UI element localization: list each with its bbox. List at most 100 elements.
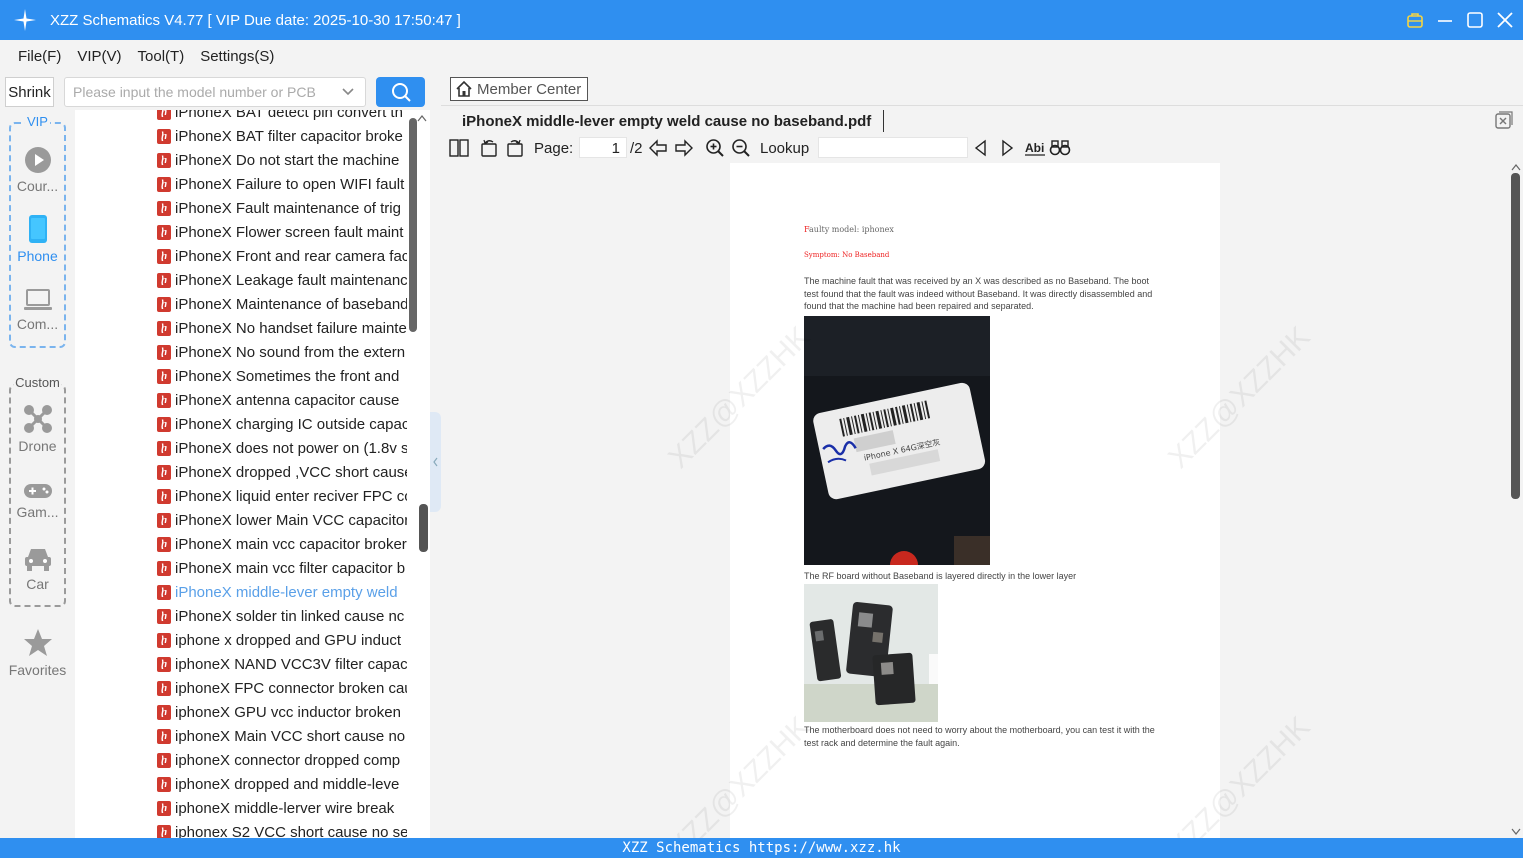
find-previous-icon[interactable] — [973, 137, 989, 159]
nav-item-computer[interactable]: Com... — [0, 288, 75, 332]
nav-item-label: Gam... — [16, 504, 59, 520]
zoom-in-icon[interactable] — [705, 137, 725, 159]
file-list-item-label: iphoneX NAND VCC3V filter capac — [175, 655, 407, 673]
lookup-input[interactable] — [818, 137, 968, 158]
pdf-viewer[interactable]: Faulty model: iphonex Symptom: No Baseba… — [441, 161, 1523, 838]
scroll-up-icon[interactable] — [1511, 163, 1521, 171]
file-list-item-label: iPhoneX lower Main VCC capacitor — [175, 511, 407, 529]
file-list-item[interactable]: ⴙ iPhoneX solder tin linked cause nc — [157, 604, 407, 628]
match-case-icon[interactable]: Abi — [1024, 137, 1046, 159]
phone-icon — [28, 215, 47, 243]
scrollbar-thumb[interactable] — [419, 504, 428, 552]
file-list-item[interactable]: ⴙ iPhoneX Front and rear camera fac — [157, 244, 407, 268]
nav-item-car[interactable]: Car — [0, 546, 75, 592]
file-list-item-label: iPhoneX BAT detect pin convert th — [175, 110, 403, 121]
pdf-file-icon: ⴙ — [157, 752, 171, 768]
phone-card-photo: iPhone X 64G深空灰 — [804, 316, 990, 565]
pdf-file-icon: ⴙ — [157, 464, 171, 480]
document-tab[interactable]: iPhoneX middle-lever empty weld cause no… — [453, 110, 885, 132]
menu-vip[interactable]: VIP(V) — [69, 48, 129, 65]
document-pane: Member Center iPhoneX middle-lever empty… — [441, 72, 1523, 838]
file-list-item[interactable]: ⴙ iphoneX NAND VCC3V filter capac — [157, 652, 407, 676]
member-center-button[interactable]: Member Center — [450, 77, 588, 101]
file-list-item[interactable]: ⴙ iPhoneX Maintenance of baseband — [157, 292, 407, 316]
pdf-file-icon: ⴙ — [157, 368, 171, 384]
find-all-icon[interactable] — [1049, 137, 1071, 159]
pane-splitter[interactable] — [430, 72, 441, 838]
search-input[interactable]: Please input the model number or PCB — [64, 77, 366, 107]
page-number-input[interactable]: 1 — [579, 137, 627, 158]
file-list-item-label: iphoneX connector dropped comp — [175, 751, 401, 769]
nav-item-drone[interactable]: Drone — [0, 404, 75, 454]
nav-item-game[interactable]: Gam... — [0, 482, 75, 520]
star-icon — [23, 629, 52, 656]
file-list-item[interactable]: ⴙ iphoneX dropped and middle-leve — [157, 772, 407, 796]
file-list-item[interactable]: ⴙ iphoneX GPU vcc inductor broken — [157, 700, 407, 724]
scrollbar-thumb[interactable] — [409, 118, 417, 332]
vip-bag-icon[interactable] — [1405, 10, 1425, 30]
file-list-item[interactable]: ⴙ iPhoneX Sometimes the front and — [157, 364, 407, 388]
find-next-icon[interactable] — [999, 137, 1015, 159]
motherboards-photo — [804, 584, 938, 722]
scroll-up-icon[interactable] — [417, 114, 427, 122]
file-list-item[interactable]: ⴙ iPhoneX Leakage fault maintenanc — [157, 268, 407, 292]
file-list-item[interactable]: ⴙ iPhoneX does not power on (1.8v s — [157, 436, 407, 460]
nav-item-label: Favorites — [8, 662, 67, 678]
file-list-item[interactable]: ⴙ iPhoneX antenna capacitor cause — [157, 388, 407, 412]
close-button[interactable] — [1495, 10, 1515, 30]
file-list-item[interactable]: ⴙ iPhoneX BAT detect pin convert th — [157, 110, 407, 124]
nav-item-favorites[interactable]: Favorites — [0, 628, 75, 678]
menu-file[interactable]: File(F) — [10, 48, 69, 65]
chevron-down-icon[interactable] — [341, 85, 355, 99]
two-page-view-icon[interactable] — [449, 137, 469, 159]
nav-item-phone[interactable]: Phone — [0, 214, 75, 264]
file-list-item[interactable]: ⴙ iPhoneX No sound from the extern — [157, 340, 407, 364]
zoom-out-icon[interactable] — [731, 137, 751, 159]
file-list-item[interactable]: ⴙ iphoneX Main VCC short cause no — [157, 724, 407, 748]
file-list-item[interactable]: ⴙ iPhoneX No handset failure mainte — [157, 316, 407, 340]
file-list-item-label: iPhoneX Do not start the machine — [175, 151, 400, 169]
scroll-down-icon[interactable] — [1511, 828, 1521, 836]
previous-page-icon[interactable] — [648, 137, 668, 159]
close-all-tabs-icon[interactable] — [1495, 111, 1513, 134]
file-list-item[interactable]: ⴙ iphoneX middle-lerver wire break — [157, 796, 407, 820]
scrollbar-thumb[interactable] — [1511, 173, 1520, 499]
file-list-item[interactable]: ⴙ iPhoneX charging IC outside capac — [157, 412, 407, 436]
file-list-item[interactable]: ⴙ iPhoneX Fault maintenance of trig — [157, 196, 407, 220]
file-list-item-label: iPhoneX main vcc filter capacitor b — [175, 559, 406, 577]
file-list-item[interactable]: ⴙ iPhoneX BAT filter capacitor broke — [157, 124, 407, 148]
file-list-item[interactable]: ⴙ iPhoneX lower Main VCC capacitor — [157, 508, 407, 532]
menu-tool[interactable]: Tool(T) — [130, 48, 193, 65]
file-list-item[interactable]: ⴙ iPhoneX Failure to open WIFI fault — [157, 172, 407, 196]
file-list-item[interactable]: ⴙ iPhoneX main vcc filter capacitor b — [157, 556, 407, 580]
maximize-button[interactable] — [1465, 10, 1485, 30]
file-list-item[interactable]: ⴙ iPhoneX Flower screen fault maint — [157, 220, 407, 244]
file-list-item[interactable]: ⴙ iphoneX FPC connector broken cau — [157, 676, 407, 700]
file-list-item[interactable]: ⴙ iPhoneX main vcc capacitor broker — [157, 532, 407, 556]
minimize-button[interactable] — [1435, 10, 1455, 30]
rotate-right-icon[interactable] — [505, 137, 525, 159]
nav-item-courses[interactable]: Cour... — [0, 146, 75, 194]
file-list-scrollbar[interactable] — [408, 110, 428, 838]
file-list-item[interactable]: ⴙ iphone x dropped and GPU induct — [157, 628, 407, 652]
file-list-item[interactable]: ⴙ iphonex S2 VCC short cause no ser — [157, 820, 407, 838]
viewer-scrollbar[interactable] — [1509, 161, 1523, 838]
search-button[interactable] — [376, 77, 425, 107]
file-list-item[interactable]: ⴙ iPhoneX Do not start the machine — [157, 148, 407, 172]
rotate-left-icon[interactable] — [479, 137, 499, 159]
car-icon — [24, 549, 51, 571]
file-list-item[interactable]: ⴙ iphoneX connector dropped comp — [157, 748, 407, 772]
file-list-item-label: iPhoneX Fault maintenance of trig — [175, 199, 401, 217]
next-page-icon[interactable] — [674, 137, 694, 159]
file-list-item[interactable]: ⴙ iPhoneX liquid enter reciver FPC cc — [157, 484, 407, 508]
splitter-grip[interactable] — [430, 412, 441, 512]
file-list-item[interactable]: ⴙ iPhoneX dropped ,VCC short cause — [157, 460, 407, 484]
document-tab-bar: iPhoneX middle-lever empty weld cause no… — [441, 105, 1523, 135]
file-list-item[interactable]: ⴙ iPhoneX middle-lever empty weld — [157, 580, 407, 604]
shrink-button[interactable]: Shrink — [5, 77, 54, 107]
menu-settings[interactable]: Settings(S) — [192, 48, 282, 65]
nav-item-label: Drone — [18, 438, 57, 454]
pdf-file-icon: ⴙ — [157, 656, 171, 672]
drone-icon — [23, 405, 52, 433]
file-list: ⴙ iPhoneX BAT detect pin convert th ⴙ iPhon… — [75, 110, 430, 838]
